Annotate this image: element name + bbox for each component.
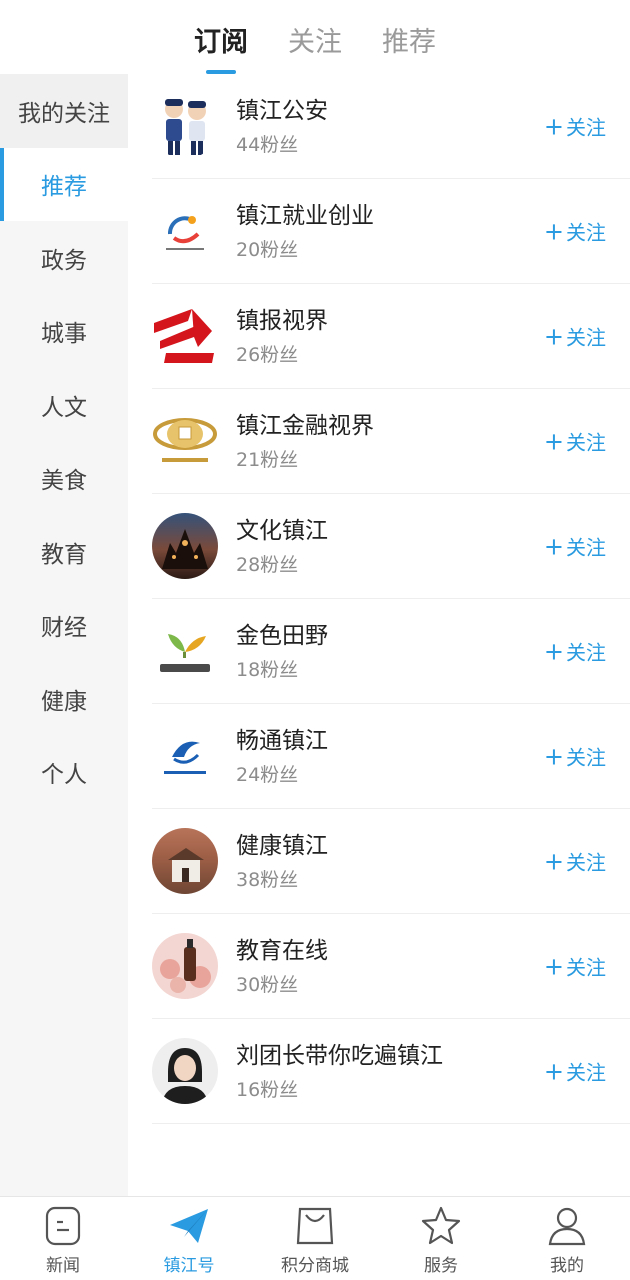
tab-recommend[interactable]: 推荐 xyxy=(382,0,436,74)
nav-label: 积分商城 xyxy=(281,1256,349,1276)
follow-label: 关注 xyxy=(566,955,606,980)
plus-icon: + xyxy=(543,112,564,140)
follow-label: 关注 xyxy=(566,220,606,245)
employment-logo-avatar xyxy=(152,198,218,264)
account-list: 镇江公安 44粉丝 + 关注 镇江就业创业 20粉丝 + 关注 镇报视界 26粉… xyxy=(152,74,630,1124)
sidebar-item-personal[interactable]: 个人 xyxy=(0,736,128,810)
nav-news[interactable]: 新闻 xyxy=(0,1197,126,1280)
nav-label: 我的 xyxy=(550,1256,584,1276)
list-item[interactable]: 镇江金融视界 21粉丝 + 关注 xyxy=(152,389,630,494)
category-sidebar: 我的关注 推荐 政务 城事 人文 美食 教育 财经 健康 个人 xyxy=(0,74,128,1196)
follow-label: 关注 xyxy=(566,535,606,560)
follow-button[interactable]: + 关注 xyxy=(544,427,606,456)
finance-logo-avatar xyxy=(152,408,218,474)
nav-services[interactable]: 服务 xyxy=(378,1197,504,1280)
follow-button[interactable]: + 关注 xyxy=(544,322,606,351)
nav-label: 服务 xyxy=(424,1256,458,1276)
follow-label: 关注 xyxy=(566,430,606,455)
list-item[interactable]: 镇江就业创业 20粉丝 + 关注 xyxy=(152,179,630,284)
culture-photo-avatar xyxy=(152,513,218,579)
follow-button[interactable]: + 关注 xyxy=(544,952,606,981)
list-item[interactable]: 教育在线 30粉丝 + 关注 xyxy=(152,914,630,1019)
follow-button[interactable]: + 关注 xyxy=(544,847,606,876)
tab-subscribe[interactable]: 订阅 xyxy=(194,0,248,74)
list-item[interactable]: 镇报视界 26粉丝 + 关注 xyxy=(152,284,630,389)
paper-plane-icon xyxy=(170,1209,208,1243)
tab-following[interactable]: 关注 xyxy=(288,0,342,74)
star-icon xyxy=(421,1206,461,1245)
nav-zhenjiang-hao[interactable]: 镇江号 xyxy=(126,1197,252,1280)
follow-button[interactable]: + 关注 xyxy=(544,742,606,771)
nav-mine[interactable]: 我的 xyxy=(504,1197,630,1280)
list-item[interactable]: 镇江公安 44粉丝 + 关注 xyxy=(152,74,630,179)
sidebar-item-education[interactable]: 教育 xyxy=(0,515,128,589)
top-tab-bar: 订阅 关注 推荐 xyxy=(0,0,630,74)
follow-button[interactable]: + 关注 xyxy=(544,217,606,246)
sidebar-item-finance[interactable]: 财经 xyxy=(0,589,128,663)
plus-icon: + xyxy=(543,1057,564,1085)
plus-icon: + xyxy=(543,322,564,350)
plus-icon: + xyxy=(543,952,564,980)
sidebar-item-culture[interactable]: 人文 xyxy=(0,368,128,442)
follow-button[interactable]: + 关注 xyxy=(544,532,606,561)
shopping-bag-icon xyxy=(296,1207,334,1245)
list-item[interactable]: 文化镇江 28粉丝 + 关注 xyxy=(152,494,630,599)
sidebar-item-recommend[interactable]: 推荐 xyxy=(0,147,128,221)
plus-icon: + xyxy=(543,532,564,560)
sidebar-item-government[interactable]: 政务 xyxy=(0,221,128,295)
user-icon xyxy=(548,1207,586,1246)
plus-icon: + xyxy=(543,427,564,455)
follow-label: 关注 xyxy=(566,640,606,665)
education-photo-avatar xyxy=(152,933,218,999)
follow-label: 关注 xyxy=(566,745,606,770)
bottom-nav: 新闻 镇江号 积分商城 服务 我的 xyxy=(0,1196,630,1280)
follow-button[interactable]: + 关注 xyxy=(544,637,606,666)
newspaper-logo-avatar xyxy=(152,303,218,369)
person-photo-avatar xyxy=(152,1038,218,1104)
list-item[interactable]: 刘团长带你吃遍镇江 16粉丝 + 关注 xyxy=(152,1019,630,1124)
follow-label: 关注 xyxy=(566,1060,606,1085)
follow-button[interactable]: + 关注 xyxy=(544,112,606,141)
sidebar-item-food[interactable]: 美食 xyxy=(0,442,128,516)
nav-points-mall[interactable]: 积分商城 xyxy=(252,1197,378,1280)
follow-button[interactable]: + 关注 xyxy=(544,1057,606,1086)
list-item[interactable]: 畅通镇江 24粉丝 + 关注 xyxy=(152,704,630,809)
plus-icon: + xyxy=(543,217,564,245)
list-item[interactable]: 金色田野 18粉丝 + 关注 xyxy=(152,599,630,704)
list-item[interactable]: 健康镇江 38粉丝 + 关注 xyxy=(152,809,630,914)
police-avatar xyxy=(152,93,218,159)
plus-icon: + xyxy=(543,742,564,770)
sidebar-item-health[interactable]: 健康 xyxy=(0,662,128,736)
sidebar-item-city[interactable]: 城事 xyxy=(0,295,128,369)
plus-icon: + xyxy=(543,847,564,875)
field-logo-avatar xyxy=(152,618,218,684)
news-icon xyxy=(45,1206,81,1246)
health-photo-avatar xyxy=(152,828,218,894)
sidebar-item-my-follow[interactable]: 我的关注 xyxy=(0,74,128,148)
traffic-logo-avatar xyxy=(152,723,218,789)
plus-icon: + xyxy=(543,637,564,665)
follow-label: 关注 xyxy=(566,325,606,350)
follow-label: 关注 xyxy=(566,115,606,140)
nav-label: 新闻 xyxy=(46,1256,80,1276)
follow-label: 关注 xyxy=(566,850,606,875)
nav-label: 镇江号 xyxy=(163,1256,215,1276)
